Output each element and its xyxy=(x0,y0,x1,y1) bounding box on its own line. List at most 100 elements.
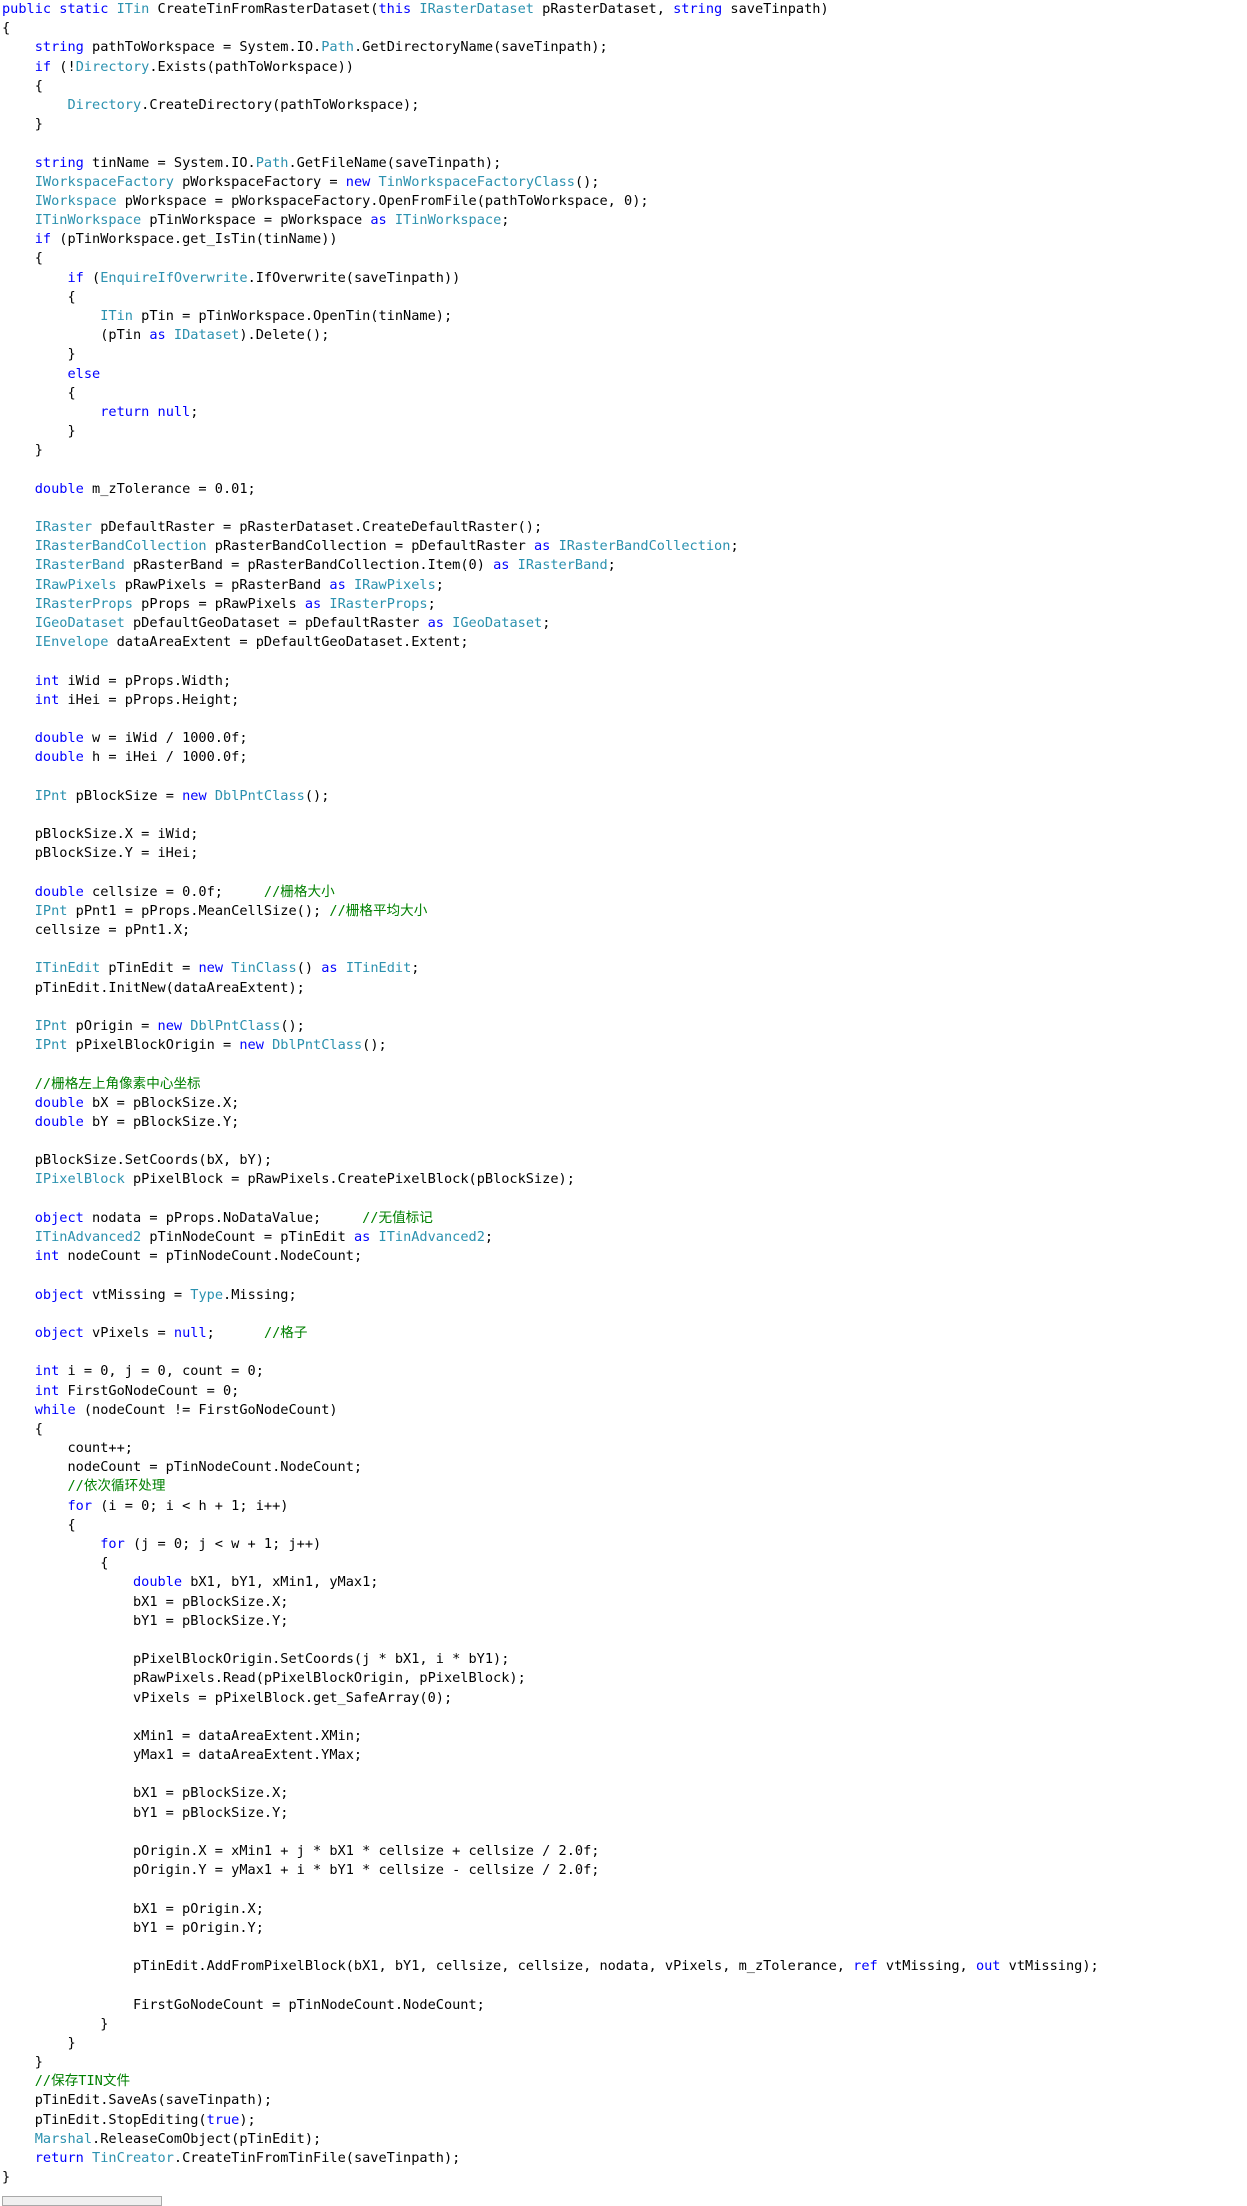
code-text: FirstGoNodeCount = pTinNodeCount.NodeCou… xyxy=(2,1996,485,2013)
code-text: ; xyxy=(435,576,444,593)
code-text: cellsize = pPnt1.X; xyxy=(2,922,191,938)
code-text: vPixels = pPixelBlock.get_SafeArray(0); xyxy=(2,1689,453,1706)
code-text: dataAreaExtent = pDefaultGeoDataset.Exte… xyxy=(108,634,469,651)
keyword-token: object xyxy=(34,1324,84,1341)
code-line: pTinEdit.StopEditing(true); xyxy=(2,2111,1099,2130)
code-line: xMin1 = dataAreaExtent.XMin; xyxy=(2,1727,1099,1746)
code-line: double cellsize = 0.0f; //栅格大小 xyxy=(2,883,1099,902)
code-line: //保存TIN文件 xyxy=(2,2072,1099,2091)
horizontal-scrollbar[interactable] xyxy=(2,2196,162,2206)
code-line: IRawPixels pRawPixels = pRasterBand as I… xyxy=(2,576,1099,595)
code-text: pOrigin.Y = yMax1 + i * bY1 * cellsize -… xyxy=(2,1862,600,1879)
code-line: FirstGoNodeCount = pTinNodeCount.NodeCou… xyxy=(2,1996,1099,2015)
code-line: bX1 = pBlockSize.X; xyxy=(2,1784,1099,1803)
keyword-token: for xyxy=(67,1497,93,1514)
code-text: } xyxy=(2,2034,76,2051)
code-text: pRasterBand = pRasterBandCollection.Item… xyxy=(124,557,494,574)
code-line: count++; xyxy=(2,1439,1099,1458)
keyword-token: return null xyxy=(100,403,191,420)
keyword-token: string xyxy=(34,154,84,171)
type-token: ITin xyxy=(116,1,150,17)
code-editor: public static ITin CreateTinFromRasterDa… xyxy=(2,0,1099,2187)
code-line: ITinAdvanced2 pTinNodeCount = pTinEdit a… xyxy=(2,1228,1099,1247)
type-token: ITinAdvanced2 xyxy=(378,1229,485,1245)
code-text: pRawPixels.Read(pPixelBlockOrigin, pPixe… xyxy=(2,1670,526,1687)
code-text: pOrigin.X = xMin1 + j * bX1 * cellsize +… xyxy=(2,1843,600,1859)
code-line: //依次循环处理 xyxy=(2,1477,1099,1496)
type-token: IRawPixels xyxy=(353,576,436,593)
type-token: IRasterBand xyxy=(517,557,608,574)
code-line: int i = 0, j = 0, count = 0; xyxy=(2,1362,1099,1381)
type-token: TinClass xyxy=(231,960,297,977)
keyword-token: null xyxy=(173,1324,207,1341)
code-line: if (pTinWorkspace.get_IsTin(tinName)) xyxy=(2,230,1099,249)
code-text: pPixelBlockOrigin = xyxy=(67,1037,240,1054)
code-text: ; xyxy=(206,1324,264,1341)
code-text: pWorkspaceFactory = xyxy=(173,173,346,190)
type-token: IRasterBandCollection xyxy=(34,538,207,555)
type-token: ITinAdvanced2 xyxy=(34,1229,142,1245)
code-line: pTinEdit.InitNew(dataAreaExtent); xyxy=(2,979,1099,998)
code-text: .CreateTinFromTinFile(saveTinpath); xyxy=(173,2150,461,2166)
code-text: .CreateDirectory(pathToWorkspace); xyxy=(141,96,420,113)
code-text: .IfOverwrite(saveTinpath)) xyxy=(247,269,461,286)
code-text: pathToWorkspace = System.IO. xyxy=(83,39,322,56)
code-line: pTinEdit.AddFromPixelBlock(bX1, bY1, cel… xyxy=(2,1957,1099,1976)
code-line: } xyxy=(2,422,1099,441)
code-text: ; xyxy=(411,960,420,977)
code-text: (! xyxy=(51,58,76,75)
code-text: pDefaultRaster = pRasterDataset.CreateDe… xyxy=(92,519,543,536)
code-text: vPixels = xyxy=(83,1324,174,1341)
keyword-token: double xyxy=(34,749,84,766)
code-text: { xyxy=(2,288,76,305)
code-line: pPixelBlockOrigin.SetCoords(j * bX1, i *… xyxy=(2,1650,1099,1669)
code-text: .GetDirectoryName(saveTinpath); xyxy=(353,39,608,56)
comment-token: //依次循环处理 xyxy=(67,1478,166,1495)
code-text: { xyxy=(2,1555,109,1572)
keyword-token: new xyxy=(239,1037,273,1054)
code-text: bY = pBlockSize.Y; xyxy=(83,1113,240,1130)
code-text: (nodeCount != FirstGoNodeCount) xyxy=(75,1401,338,1418)
keyword-token: int xyxy=(34,691,60,708)
keyword-token: string xyxy=(34,39,84,56)
type-token: Type xyxy=(190,1286,224,1303)
code-line: Marshal.ReleaseComObject(pTinEdit); xyxy=(2,2130,1099,2149)
keyword-token: double xyxy=(34,883,84,900)
code-text: .ReleaseComObject(pTinEdit); xyxy=(92,2130,322,2147)
keyword-token: if xyxy=(34,231,52,248)
code-line: int iWid = pProps.Width; xyxy=(2,672,1099,691)
code-text: { xyxy=(2,250,43,267)
comment-token: //栅格平均大小 xyxy=(329,902,428,919)
type-token: IWorkspace xyxy=(34,192,117,209)
code-text: } xyxy=(2,346,76,363)
keyword-token: if xyxy=(67,269,84,286)
keyword-token: double xyxy=(132,1574,183,1591)
code-text: } xyxy=(2,2054,43,2071)
type-token: IGeoDataset xyxy=(34,615,125,631)
type-token: Directory xyxy=(67,96,142,113)
code-text: .Exists(pathToWorkspace)) xyxy=(149,58,354,75)
code-line: vPixels = pPixelBlock.get_SafeArray(0); xyxy=(2,1689,1099,1708)
code-line: return TinCreator.CreateTinFromTinFile(s… xyxy=(2,2149,1099,2168)
type-token: ITinWorkspace xyxy=(34,212,142,229)
code-text: bX1 = pBlockSize.X; xyxy=(2,1785,289,1802)
code-line: pTinEdit.SaveAs(saveTinpath); xyxy=(2,2091,1099,2110)
